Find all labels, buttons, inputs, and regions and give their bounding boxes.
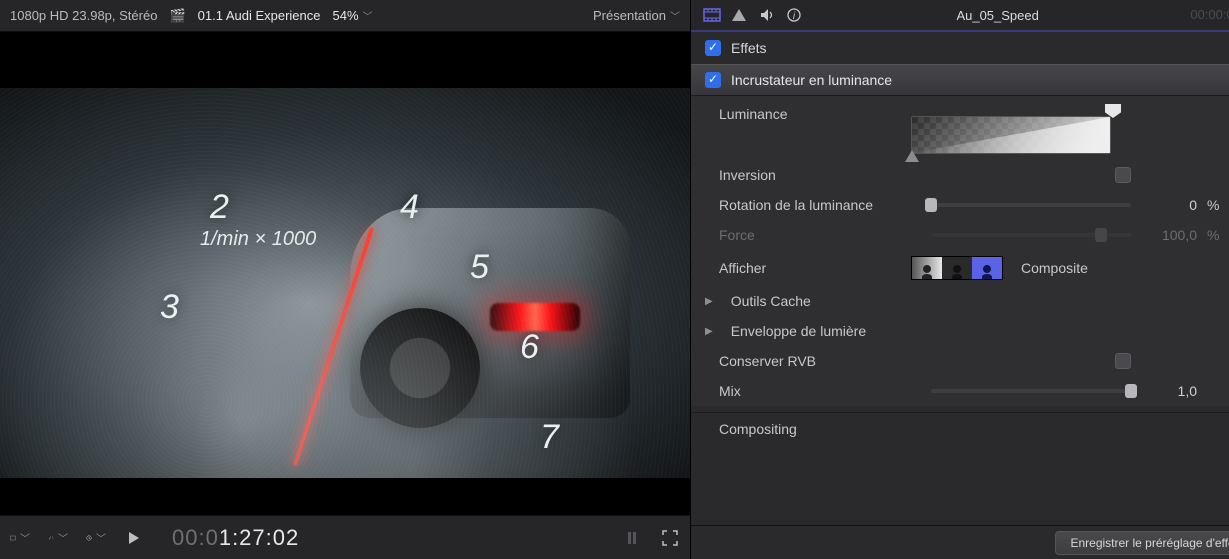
param-outils-cache[interactable]: ▶ Outils Cache <box>691 286 1229 316</box>
param-rotation: Rotation de la luminance 0 % ◇ <box>691 190 1229 220</box>
effects-toggle[interactable] <box>705 40 721 56</box>
param-afficher: Afficher Composite <box>691 250 1229 286</box>
inversion-checkbox[interactable] <box>1115 167 1131 183</box>
param-enveloppe[interactable]: ▶ Enveloppe de lumière <box>691 316 1229 346</box>
project-name[interactable]: 01.1 Audi Experience <box>198 8 321 23</box>
param-force: Force 100,0 % <box>691 220 1229 250</box>
save-effects-preset-button[interactable]: Enregistrer le préréglage d'effets <box>1055 531 1229 555</box>
view-mode-original[interactable] <box>912 257 942 279</box>
conserver-rvb-checkbox[interactable] <box>1115 353 1131 369</box>
param-luminance: Luminance ◇ <box>691 96 1229 160</box>
play-button[interactable] <box>124 531 144 545</box>
param-mix: Mix 1,0 ◇ <box>691 376 1229 406</box>
param-conserver-rvb: Conserver RVB <box>691 346 1229 376</box>
view-mode-matte[interactable] <box>942 257 972 279</box>
compositing-section[interactable]: Compositing <box>691 412 1229 445</box>
frame-size-menu[interactable]: ﹀ <box>10 530 30 545</box>
view-mode-buttons <box>911 256 1003 280</box>
chevron-down-icon: ﹀ <box>363 8 373 23</box>
format-label: 1080p HD 23.98p, Stéréo <box>10 8 157 23</box>
clip-name: Au_05_Speed <box>815 8 1180 23</box>
audio-meters-icon[interactable] <box>622 530 642 546</box>
rotation-slider[interactable] <box>931 203 1131 207</box>
viewer-canvas[interactable]: 1/min × 1000 2 3 4 5 6 7 8 9 <box>0 32 690 515</box>
zoom-dropdown[interactable]: 54% ﹀ <box>333 8 373 23</box>
chevron-down-icon: ﹀ <box>58 530 68 545</box>
disclosure-triangle-icon[interactable]: ▶ <box>705 296 713 307</box>
viewer-timecode[interactable]: 00:01:27:02 <box>172 525 299 551</box>
info-inspector-tab[interactable]: i <box>787 8 805 22</box>
chevron-down-icon: ﹀ <box>20 530 30 545</box>
inspector-body: Effets Incrustateur en luminance Luminan… <box>691 32 1229 525</box>
color-inspector-tab[interactable] <box>731 8 749 22</box>
effect-enable-toggle[interactable] <box>705 72 721 88</box>
inspector-footer: Enregistrer le préréglage d'effets <box>691 525 1229 559</box>
inspector-tab-bar: i Au_05_Speed 00:00:04:00 <box>691 0 1229 32</box>
chevron-down-icon: ﹀ <box>96 530 106 545</box>
clip-duration: 00:00:04:00 <box>1190 7 1229 23</box>
video-inspector-tab[interactable] <box>703 8 721 22</box>
view-menu[interactable]: Présentation ﹀ <box>593 8 680 23</box>
viewer-top-bar: 1080p HD 23.98p, Stéréo 🎬 01.1 Audi Expe… <box>0 0 690 32</box>
fullscreen-icon[interactable] <box>660 530 680 546</box>
zoom-value: 54% <box>333 8 359 23</box>
luminance-bottom-handle[interactable] <box>905 150 919 164</box>
effects-tool-menu[interactable]: ﹀ <box>48 530 68 545</box>
audio-inspector-tab[interactable] <box>759 8 777 22</box>
chevron-down-icon: ﹀ <box>670 8 680 23</box>
view-mode-label: Composite <box>1021 260 1088 276</box>
viewer-bottom-bar: ﹀ ﹀ ﹀ 00:01:27:02 <box>0 515 690 559</box>
luminance-gradient-control[interactable] <box>911 106 1131 154</box>
view-mode-composite[interactable] <box>972 257 1002 279</box>
force-slider <box>931 233 1131 237</box>
mix-slider[interactable] <box>931 389 1131 393</box>
clapperboard-icon: 🎬 <box>169 8 185 24</box>
effects-section-header[interactable]: Effets <box>691 32 1229 64</box>
retime-menu[interactable]: ﹀ <box>86 530 106 546</box>
effect-header-luma-keyer[interactable]: Incrustateur en luminance <box>691 64 1229 96</box>
param-inversion: Inversion <box>691 160 1229 190</box>
disclosure-triangle-icon[interactable]: ▶ <box>705 326 713 337</box>
